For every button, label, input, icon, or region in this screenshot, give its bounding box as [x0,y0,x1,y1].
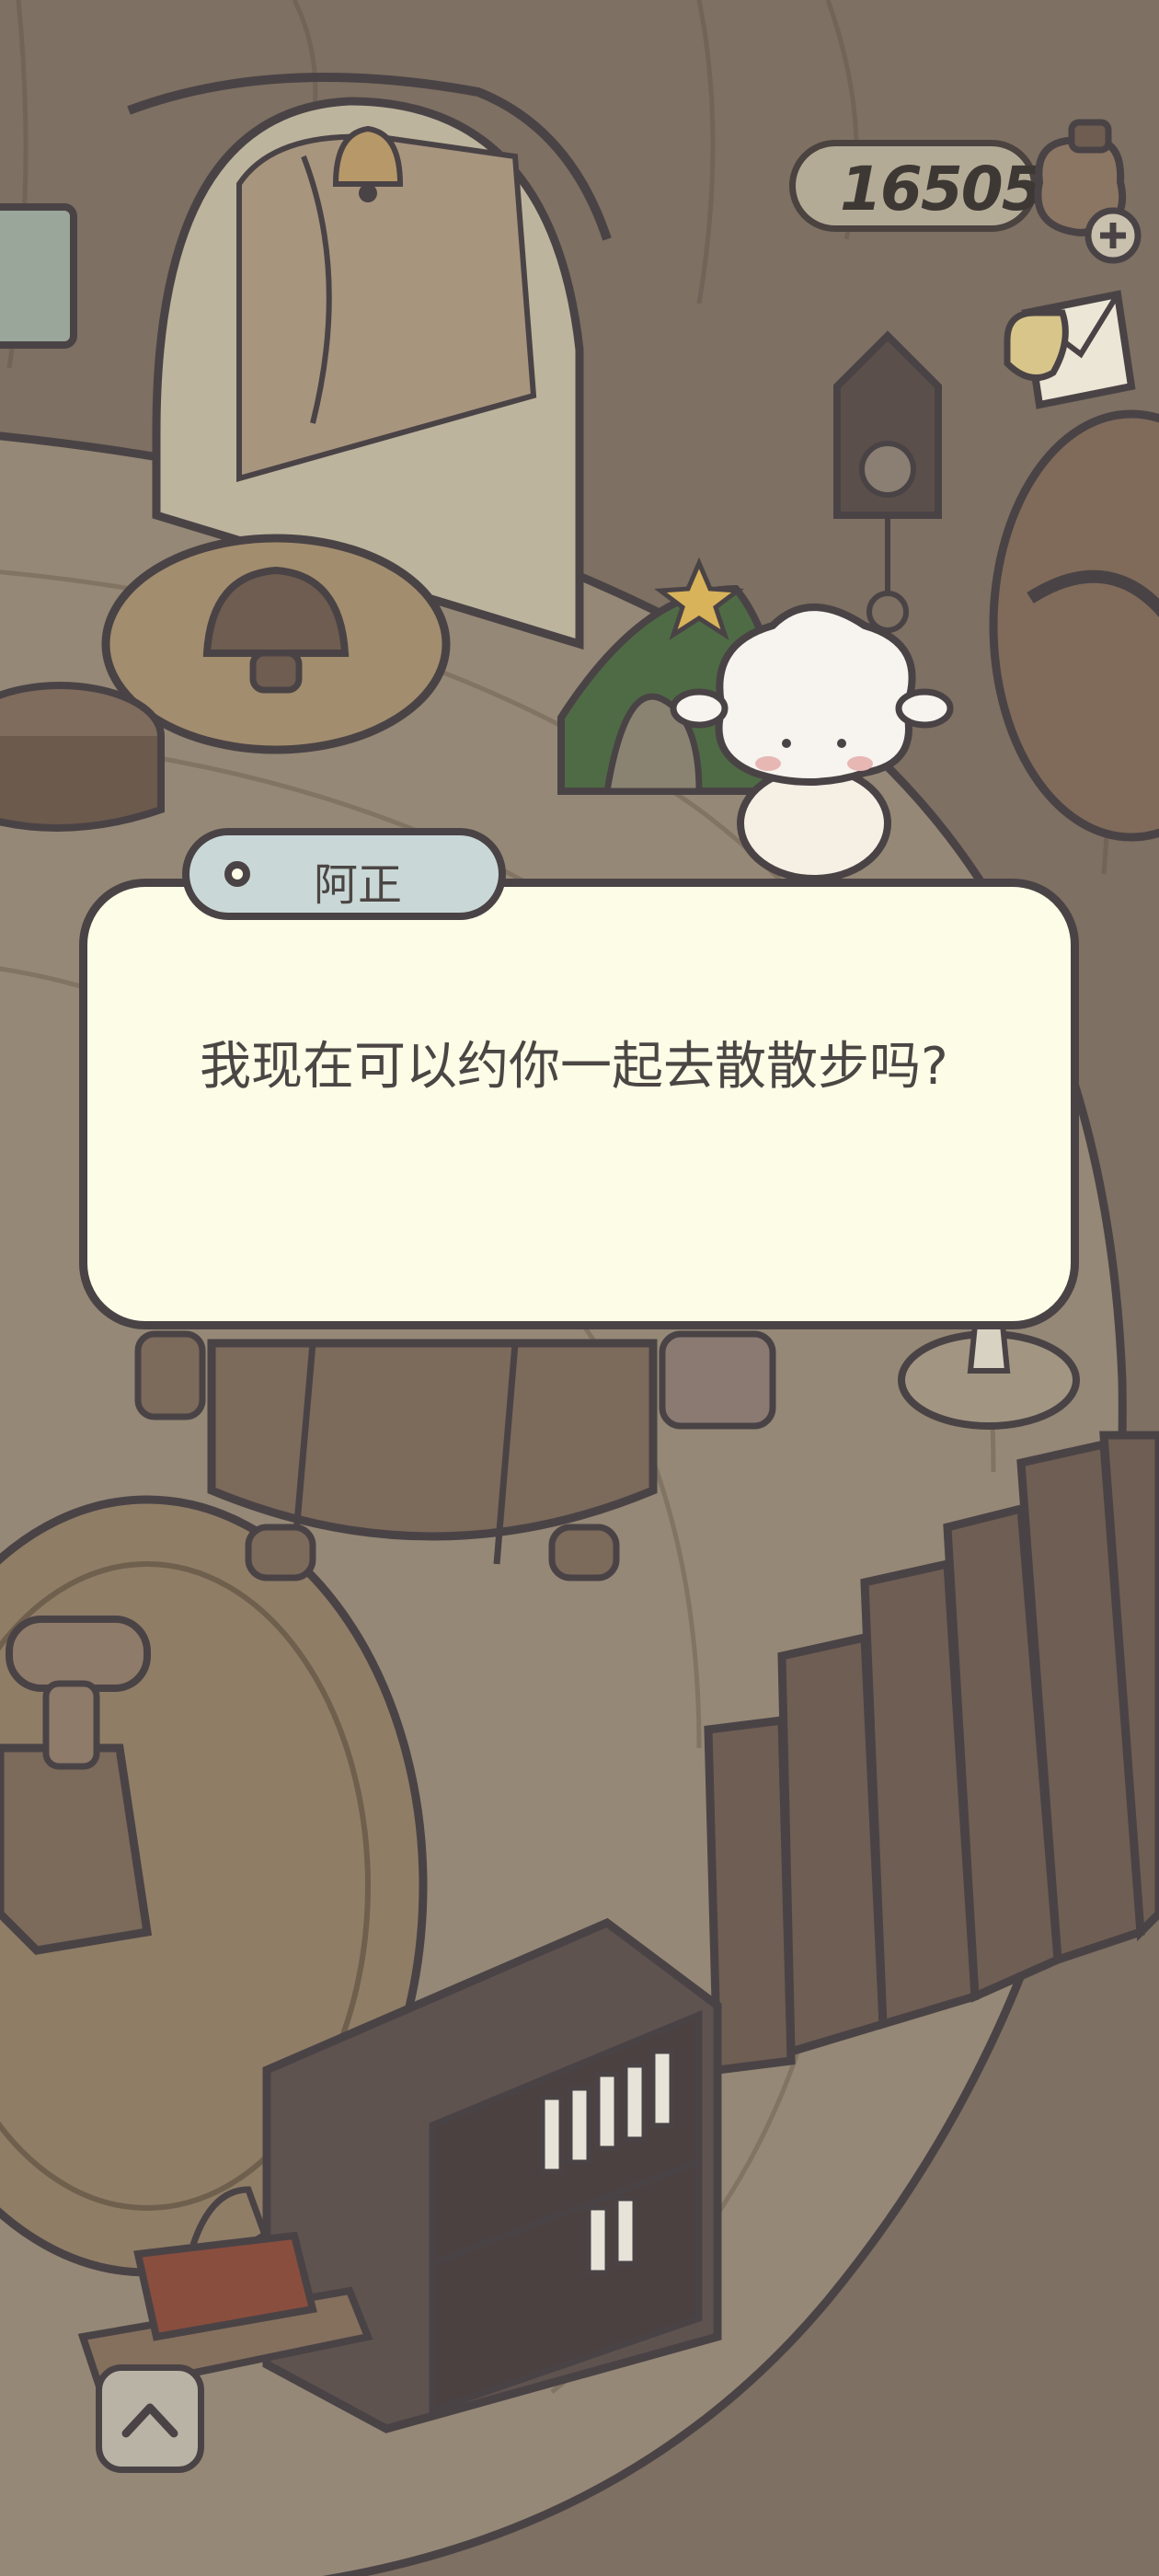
dialog-box[interactable]: 我现在可以约你一起去散散步吗? [79,879,1079,1329]
coin-bag-add-icon[interactable] [1012,118,1150,265]
game-screen: 16505 我现在可以约你一起去散散步吗? 阿正 [0,0,1159,2576]
mail-icon[interactable] [998,285,1136,419]
chevron-up-icon [121,2403,178,2438]
expand-menu-button[interactable] [96,2364,204,2473]
speaker-name: 阿正 [313,859,402,911]
dialog-text: 我现在可以约你一起去散散步吗? [200,1037,948,1097]
coin-counter: 16505 [789,140,1044,232]
speaker-name-tag: 阿正 [182,828,506,920]
